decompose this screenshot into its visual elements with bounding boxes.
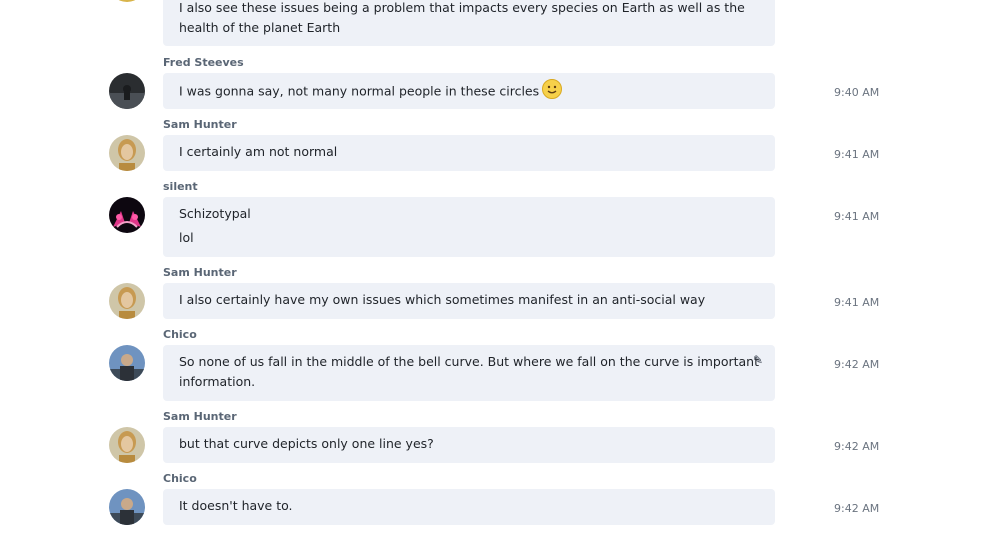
message-text-content: I was gonna say, not many normal people …: [179, 83, 540, 99]
smiley-icon: [542, 79, 563, 102]
message-timestamp: 9:41 AM: [834, 148, 880, 161]
message-timestamp: 9:41 AM: [834, 296, 880, 309]
message-timestamp: 9:42 AM: [834, 502, 880, 515]
message-text: It doesn't have to.: [179, 498, 293, 513]
avatar-sam-hunter[interactable]: [109, 427, 145, 463]
sender-name[interactable]: Sam Hunter: [163, 118, 237, 131]
message-text: Schizotypal: [179, 206, 251, 221]
avatar-silent[interactable]: [109, 197, 145, 233]
message-text: I was gonna say, not many normal people …: [179, 79, 563, 102]
message-timestamp: 9:40 AM: [834, 86, 880, 99]
message-timestamp: 9:42 AM: [834, 440, 880, 453]
message-timestamp: 9:42 AM: [834, 358, 880, 371]
sender-name[interactable]: Sam Hunter: [163, 410, 237, 423]
sender-name[interactable]: silent: [163, 180, 198, 193]
message-text: information.: [179, 374, 256, 389]
message-text: I certainly am not normal: [179, 144, 338, 159]
message-text: lol: [179, 230, 194, 245]
avatar-sam-hunter[interactable]: [109, 283, 145, 319]
chat-message-list[interactable]: I also see these issues being a problem …: [0, 0, 984, 536]
edit-pencil-icon[interactable]: ✎: [753, 353, 763, 367]
message-bubble: I was gonna say, not many normal people …: [163, 73, 775, 109]
message-bubble: Schizotypal lol: [163, 197, 775, 257]
avatar-chico[interactable]: [109, 489, 145, 525]
message-text: but that curve depicts only one line yes…: [179, 436, 434, 451]
message-text: I also see these issues being a problem …: [179, 0, 745, 15]
message-timestamp: 9:41 AM: [834, 210, 880, 223]
message-bubble: I also see these issues being a problem …: [163, 0, 775, 46]
sender-name[interactable]: Sam Hunter: [163, 266, 237, 279]
message-bubble: I also certainly have my own issues whic…: [163, 283, 775, 319]
sender-name[interactable]: Chico: [163, 472, 197, 485]
sender-name[interactable]: Chico: [163, 328, 197, 341]
message-bubble: but that curve depicts only one line yes…: [163, 427, 775, 463]
avatar[interactable]: [109, 0, 145, 2]
sender-name[interactable]: Fred Steeves: [163, 56, 244, 69]
message-text: health of the planet Earth: [179, 20, 341, 35]
avatar-sam-hunter[interactable]: [109, 135, 145, 171]
message-bubble: So none of us fall in the middle of the …: [163, 345, 775, 401]
message-text: So none of us fall in the middle of the …: [179, 354, 759, 369]
avatar-chico[interactable]: [109, 345, 145, 381]
avatar-fred-steeves[interactable]: [109, 73, 145, 109]
message-text: I also certainly have my own issues whic…: [179, 292, 706, 307]
message-bubble: It doesn't have to.: [163, 489, 775, 525]
message-bubble: I certainly am not normal: [163, 135, 775, 171]
